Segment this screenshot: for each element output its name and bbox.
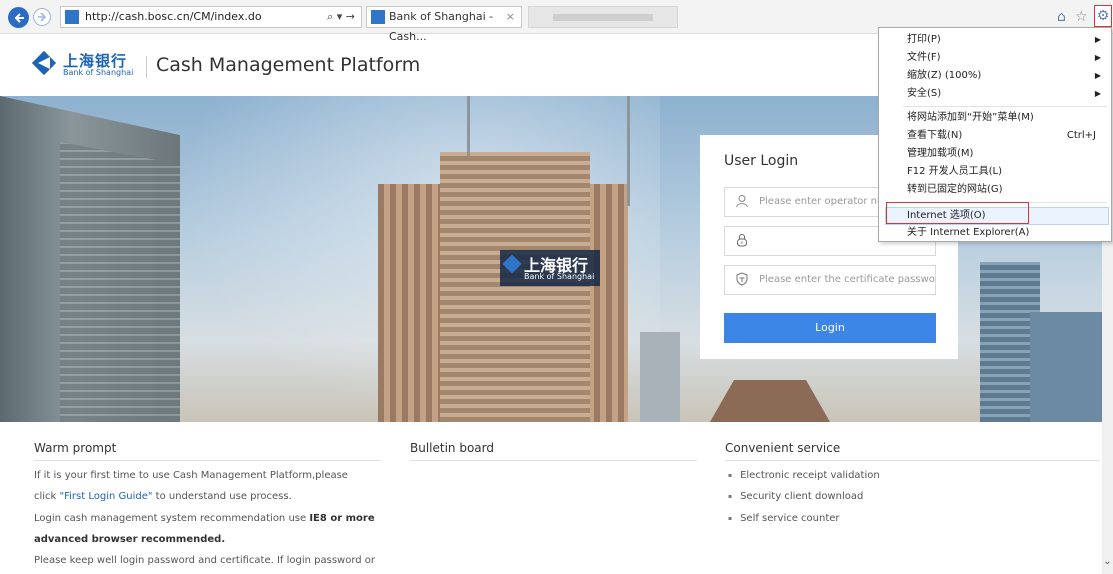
menu-item-label: 将网站添加到“开始”菜单(M) bbox=[907, 112, 1034, 123]
menu-item-label: 缩放(Z) (100%) bbox=[907, 70, 982, 81]
address-search-refresh-icons[interactable]: ⌕ ▾ → bbox=[327, 7, 355, 27]
service-divider bbox=[725, 460, 1100, 461]
menu-item-label: 打印(P) bbox=[907, 34, 941, 45]
menu-item-zoom[interactable]: 缩放(Z) (100%) ▶ bbox=[907, 68, 1101, 84]
bulletin-board-title: Bulletin board bbox=[410, 441, 494, 455]
building-left-facade bbox=[60, 142, 180, 422]
warm-prompt-line: click "First Login Guide" to understand … bbox=[34, 491, 292, 502]
building-mid bbox=[640, 332, 680, 422]
menu-item-about-ie[interactable]: 关于 Internet Explorer(A) bbox=[907, 225, 1101, 241]
tab-title: Bank of Shanghai - Cash... bbox=[389, 10, 494, 43]
arrow-right-icon bbox=[38, 12, 47, 22]
warm-prompt-text: click bbox=[34, 491, 60, 502]
menu-item-add-to-start[interactable]: 将网站添加到“开始”菜单(M) bbox=[907, 110, 1101, 126]
favorites-star-icon[interactable]: ☆ bbox=[1075, 9, 1088, 25]
convenient-service-title: Convenient service bbox=[725, 441, 841, 455]
forward-button[interactable] bbox=[33, 8, 51, 26]
antenna bbox=[627, 96, 630, 206]
menu-item-manage-addons[interactable]: 管理加载项(M) bbox=[907, 146, 1101, 162]
menu-item-safety[interactable]: 安全(S) ▶ bbox=[907, 86, 1101, 102]
menu-item-label: 转到已固定的网站(G) bbox=[907, 184, 1003, 195]
submenu-arrow-icon: ▶ bbox=[1094, 35, 1101, 44]
menu-separator bbox=[903, 106, 1107, 107]
warm-prompt-title: Warm prompt bbox=[34, 441, 117, 455]
site-favicon-icon bbox=[65, 10, 79, 24]
annotation-highlight-box bbox=[886, 202, 1029, 224]
menu-item-view-downloads[interactable]: 查看下载(N) Ctrl+J bbox=[907, 128, 1101, 144]
blurred-tab-text bbox=[553, 14, 653, 21]
warm-prompt-line: If it is your first time to use Cash Man… bbox=[34, 470, 348, 481]
menu-item-pinned-sites[interactable]: 转到已固定的网站(G) bbox=[907, 182, 1101, 198]
menu-shortcut: Ctrl+J bbox=[1066, 130, 1096, 141]
tab-close-icon[interactable]: × bbox=[506, 7, 515, 27]
header-divider bbox=[146, 56, 147, 78]
back-button[interactable] bbox=[8, 7, 29, 28]
home-icon[interactable]: ⌂ bbox=[1057, 9, 1066, 25]
menu-item-f12-devtools[interactable]: F12 开发人员工具(L) bbox=[907, 164, 1101, 180]
submenu-arrow-icon: ▶ bbox=[1094, 53, 1101, 62]
menu-item-label: 文件(F) bbox=[907, 52, 941, 63]
browser-tab-active[interactable]: Bank of Shanghai - Cash... × bbox=[366, 6, 522, 43]
user-icon bbox=[736, 195, 748, 208]
submenu-arrow-icon: ▶ bbox=[1094, 89, 1101, 98]
login-title: User Login bbox=[724, 153, 799, 169]
submenu-arrow-icon: ▶ bbox=[1094, 71, 1101, 80]
certificate-password-input[interactable]: Please enter the certificate password bbox=[724, 265, 936, 295]
bank-name-en: Bank of Shanghai bbox=[63, 68, 134, 77]
menu-item-label: F12 开发人员工具(L) bbox=[907, 166, 1003, 177]
menu-item-label: 关于 Internet Explorer(A) bbox=[907, 227, 1030, 238]
arrow-left-icon bbox=[14, 12, 24, 23]
warm-prompt-line: Please keep well login password and cert… bbox=[34, 555, 376, 566]
service-link-self-service[interactable]: Self service counter bbox=[728, 513, 839, 524]
browser-recommendation-cont: advanced browser recommended. bbox=[34, 534, 226, 545]
shield-icon bbox=[736, 272, 748, 286]
menu-item-label: 安全(S) bbox=[907, 88, 942, 99]
service-link-receipt[interactable]: Electronic receipt validation bbox=[728, 470, 880, 481]
building-roof bbox=[710, 380, 830, 422]
lock-icon bbox=[737, 234, 747, 247]
menu-item-print[interactable]: 打印(P) ▶ bbox=[907, 32, 1101, 48]
warm-prompt-line: advanced browser recommended. bbox=[34, 534, 225, 545]
warm-prompt-line: Login cash management system recommendat… bbox=[34, 513, 375, 524]
address-url: http://cash.bosc.cn/CM/index.do bbox=[85, 10, 262, 23]
address-bar[interactable]: http://cash.bosc.cn/CM/index.do ⌕ ▾ → bbox=[60, 6, 362, 28]
tower-sign-en: Bank of Shanghai bbox=[524, 272, 595, 281]
operator-number-placeholder: Please enter operator nu bbox=[759, 196, 884, 207]
tab-favicon-icon bbox=[371, 10, 385, 24]
scroll-down-chevron-icon[interactable]: ⌄ bbox=[1102, 556, 1113, 567]
antenna bbox=[467, 96, 470, 156]
warm-prompt-text: to understand use process. bbox=[152, 491, 292, 502]
menu-item-label: 查看下载(N) bbox=[907, 130, 963, 141]
new-tab-button[interactable] bbox=[528, 6, 678, 28]
page-title: Cash Management Platform bbox=[156, 54, 421, 76]
certificate-password-placeholder: Please enter the certificate password bbox=[759, 274, 936, 285]
building-far-right bbox=[1030, 312, 1102, 422]
login-button[interactable]: Login bbox=[724, 313, 936, 343]
browser-recommendation: IE8 or more bbox=[309, 513, 375, 524]
bank-tower bbox=[440, 152, 590, 422]
gear-icon: ⚙ bbox=[1096, 8, 1110, 24]
service-link-client-download[interactable]: Security client download bbox=[728, 491, 863, 502]
menu-item-label: 管理加载项(M) bbox=[907, 148, 974, 159]
tools-button[interactable]: ⚙ bbox=[1094, 5, 1112, 27]
warm-prompt-text: Login cash management system recommendat… bbox=[34, 513, 310, 524]
warm-prompt-divider bbox=[34, 460, 381, 461]
first-login-guide-link[interactable]: "First Login Guide" bbox=[60, 491, 153, 502]
menu-item-file[interactable]: 文件(F) ▶ bbox=[907, 50, 1101, 66]
bulletin-divider bbox=[410, 460, 697, 461]
